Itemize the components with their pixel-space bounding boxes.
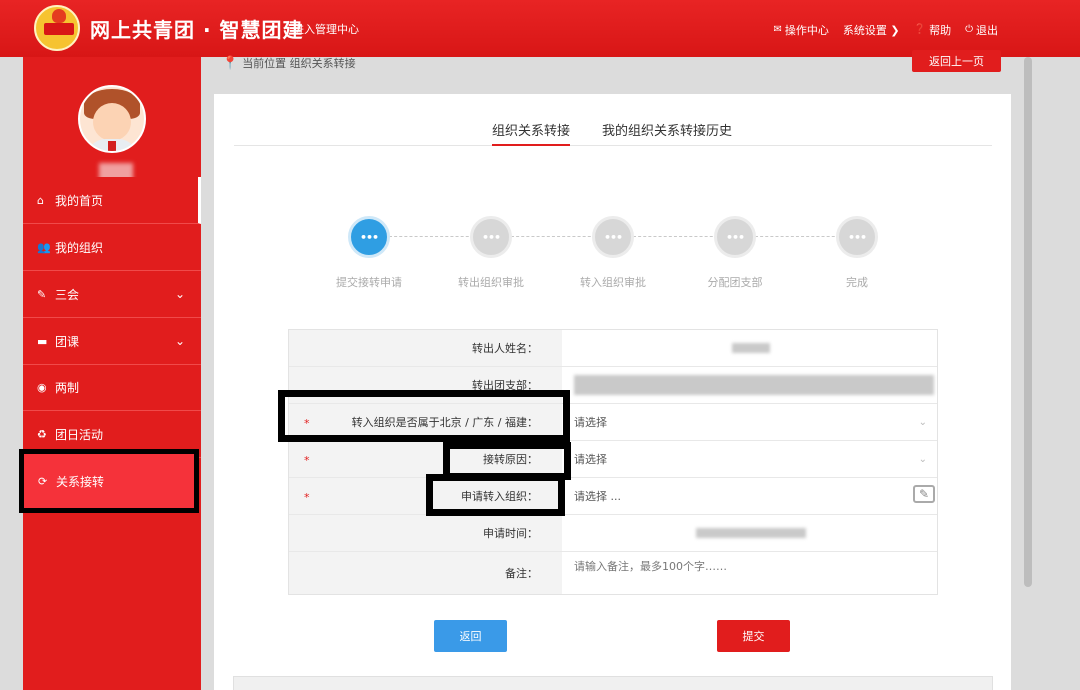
required-mark: * [304,491,310,504]
home-icon: ⌂ [37,193,44,207]
field-label: 备注： [289,552,562,594]
back-to-previous-button[interactable]: 返回上一页 [912,50,1001,72]
group-icon: 👥 [37,240,51,254]
transfer-branch-value [562,367,937,403]
main-panel: 组织关系转接 我的组织关系转接历史 ••• 提交接转申请 ••• 转出组织审批 … [214,94,1011,690]
remark-textarea[interactable]: 请输入备注，最多100个字…… [562,552,937,594]
tab-org-transfer[interactable]: 组织关系转接 [492,120,571,146]
step-dot: ••• [714,216,756,258]
step-dot: ••• [836,216,878,258]
form-row-reason: * 接转原因： 请选择 ⌄ [289,441,937,478]
annotation-box [278,390,570,442]
nav-system-settings[interactable]: 系统设置 ❯ [843,22,900,38]
nav-operation-center[interactable]: ✉ 操作中心 [774,22,829,38]
chevron-down-icon: ⌄ [174,287,185,301]
admin-center-link[interactable]: 进入管理中心 [293,21,359,37]
transfer-form: 转出人姓名： 转出团支部： * 转入组织是否属于北京 / 广东 / 福建： 请选… [288,329,938,595]
field-label: 申请时间： [289,515,562,551]
reason-select[interactable]: 请选择 ⌄ [562,441,937,477]
step-out-approval: ••• 转出组织审批 [431,216,551,290]
step-in-approval: ••• 转入组织审批 [553,216,673,290]
brand-title: 网上共青团 · 智慧团建 [90,18,304,42]
tab-transfer-history[interactable]: 我的组织关系转接历史 [602,120,732,146]
chevron-down-icon: ⌄ [918,453,927,465]
folder-icon: ▬ [37,334,48,348]
chevron-down-icon: ⌄ [918,416,927,428]
form-row-remark: 备注： 请输入备注，最多100个字…… [289,552,937,594]
apply-time-value [562,515,937,551]
page-scrollbar[interactable] [1024,57,1032,587]
avatar [78,85,146,153]
annotation-box [426,474,565,516]
sidebar-item-home[interactable]: ⌂ 我的首页 [23,177,201,224]
step-dot: ••• [592,216,634,258]
step-assign-branch: ••• 分配团支部 [675,216,795,290]
recycle-icon: ♻ [37,427,47,441]
nav-logout[interactable]: ⏻ 退出 [965,22,998,38]
form-row-target-org: * 申请转入组织： 请选择 ... ✎ [289,478,937,515]
refresh-icon: ⟳ [38,474,48,488]
submit-button[interactable]: 提交 [717,620,790,652]
breadcrumb: 📍 当前位置 组织关系转接 [222,55,356,71]
sidebar-item-league-class[interactable]: ▬ 团课 ⌄ [23,318,201,365]
required-mark: * [304,454,310,467]
step-dot: ••• [348,216,390,258]
footer-strip [233,676,993,690]
sidebar-item-my-org[interactable]: 👥 我的组织 [23,224,201,271]
tab-bar: 组织关系转接 我的组织关系转接历史 [234,120,992,146]
transfer-person-name-value [562,330,937,366]
field-label: 转出人姓名： [289,330,562,366]
help-icon: ❓ [913,24,927,35]
edit-icon: ✎ [37,287,47,301]
chevron-down-icon: ⌄ [174,334,185,348]
youth-league-logo [34,5,80,51]
back-button[interactable]: 返回 [434,620,507,652]
sidebar-item-two-systems[interactable]: ◉ 两制 [23,364,201,411]
region-select[interactable]: 请选择 ⌄ [562,404,937,440]
circle-icon: ◉ [37,380,47,394]
sidebar-item-three-meetings[interactable]: ✎ 三会 ⌄ [23,271,201,318]
top-nav: ✉ 操作中心 系统设置 ❯ ❓ 帮助 ⏻ 退出 [774,22,998,38]
edit-icon[interactable]: ✎ [913,485,935,503]
nav-help[interactable]: ❓ 帮助 [914,22,951,38]
sidebar-item-relation-transfer[interactable]: ⟳ 关系接转 [19,449,199,513]
target-org-input[interactable]: 请选择 ... ✎ [562,478,937,514]
mail-icon: ✉ [773,24,782,35]
step-dot: ••• [470,216,512,258]
top-header: 网上共青团 · 智慧团建 进入管理中心 ✉ 操作中心 系统设置 ❯ ❓ 帮助 ⏻… [0,0,1080,57]
step-complete: ••• 完成 [797,216,917,290]
sidebar: ⌂ 我的首页 👥 我的组织 ✎ 三会 ⌄ ▬ 团课 ⌄ ◉ 两制 ♻ 团日活动 … [19,57,201,690]
form-row-time: 申请时间： [289,515,937,552]
form-row-name: 转出人姓名： [289,330,937,367]
step-submit-application: ••• 提交接转申请 [309,216,429,290]
power-icon: ⏻ [965,24,973,35]
location-pin-icon: 📍 [222,55,239,71]
